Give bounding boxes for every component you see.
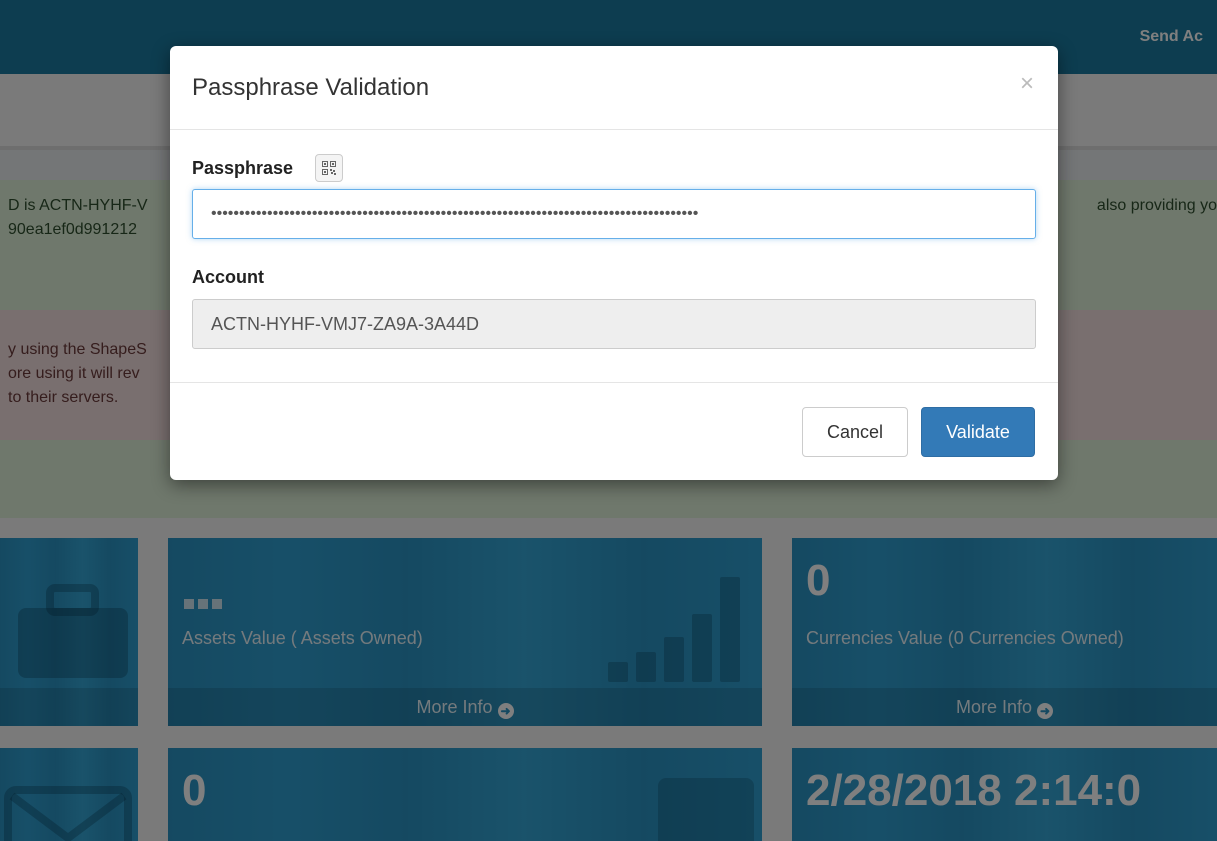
close-icon[interactable]: × xyxy=(1020,72,1034,96)
passphrase-input[interactable] xyxy=(192,189,1036,239)
cancel-button[interactable]: Cancel xyxy=(802,407,908,457)
passphrase-label: Passphrase xyxy=(192,158,294,178)
modal-title: Passphrase Validation xyxy=(192,74,430,101)
validate-button[interactable]: Validate xyxy=(921,407,1035,457)
modal-footer: Cancel Validate xyxy=(170,383,1058,479)
modal-header: Passphrase Validation × xyxy=(170,46,1058,130)
account-field xyxy=(192,299,1036,349)
qr-scan-button[interactable] xyxy=(315,154,343,182)
passphrase-validation-modal: Passphrase Validation × Passphrase Accou… xyxy=(170,46,1058,480)
modal-body: Passphrase Account xyxy=(170,130,1058,383)
qr-code-icon xyxy=(322,161,336,175)
account-label: Account xyxy=(192,267,264,287)
